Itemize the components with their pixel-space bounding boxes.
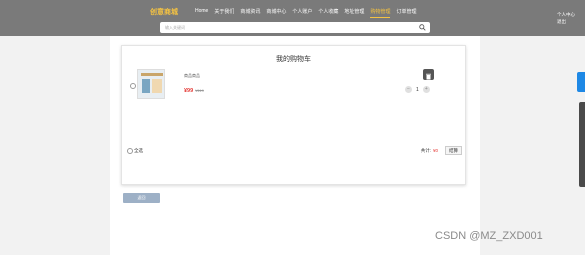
product-thumbnail[interactable] (137, 69, 165, 99)
cart-footer: 全选 共计: ¥0 结算 (127, 146, 462, 157)
nav-about[interactable]: 关于我们 (214, 8, 234, 18)
select-all-radio[interactable] (127, 148, 133, 154)
price-current: ¥99 (184, 88, 194, 94)
main-nav: Home 关于我们 商城资讯 商城中心 个人账户 个人收藏 地址管理 购物管理 … (195, 8, 416, 18)
price-original: ¥119 (195, 88, 204, 93)
product-price: ¥99 ¥119 (184, 88, 204, 94)
nav-news[interactable]: 商城资讯 (240, 8, 260, 18)
nav-home[interactable]: Home (195, 8, 208, 18)
user-center-link[interactable]: 个人中心 (557, 11, 575, 18)
nav-mall-center[interactable]: 商城中心 (266, 8, 286, 18)
nav-orders[interactable]: 订单管理 (396, 8, 416, 18)
cart-card: 我的购物车 商品商品 ¥99 ¥119 − 1 + 全选 共计: ¥0 结算 (121, 45, 466, 185)
nav-favorites[interactable]: 个人收藏 (318, 8, 338, 18)
search-placeholder: 输入关键词 (165, 25, 185, 30)
decrease-button[interactable]: − (405, 86, 412, 93)
logout-link[interactable]: 退出 (557, 18, 575, 25)
user-menu: 个人中心 退出 (557, 11, 575, 25)
search-icon[interactable] (419, 24, 426, 31)
nav-cart[interactable]: 购物管理 (370, 8, 390, 18)
quantity-value[interactable]: 1 (416, 87, 419, 93)
checkout-button[interactable]: 结算 (445, 146, 462, 155)
increase-button[interactable]: + (422, 86, 430, 93)
trash-icon (426, 73, 431, 80)
nav-address[interactable]: 地址管理 (344, 8, 364, 18)
delete-button[interactable] (423, 69, 434, 80)
top-bar: 创意商城 Home 关于我们 商城资讯 商城中心 个人账户 个人收藏 地址管理 … (0, 0, 585, 36)
watermark: CSDN @MZ_ZXD001 (435, 230, 543, 242)
cart-title: 我的购物车 (276, 56, 311, 63)
total-label: 共计: (420, 148, 431, 153)
select-all-label[interactable]: 全选 (134, 148, 143, 154)
quantity-stepper: − 1 + (405, 86, 430, 93)
search-input[interactable]: 输入关键词 (160, 22, 430, 33)
item-select-radio[interactable] (130, 83, 136, 89)
nav-account[interactable]: 个人账户 (292, 8, 312, 18)
total-value: ¥0 (432, 148, 438, 153)
total-summary: 共计: ¥0 (421, 148, 438, 154)
side-float-button[interactable] (577, 72, 585, 92)
brand-logo[interactable]: 创意商城 (150, 7, 178, 17)
back-button[interactable]: 返回 (123, 193, 160, 203)
side-toolbar[interactable] (579, 102, 585, 187)
product-name[interactable]: 商品商品 (184, 73, 200, 79)
